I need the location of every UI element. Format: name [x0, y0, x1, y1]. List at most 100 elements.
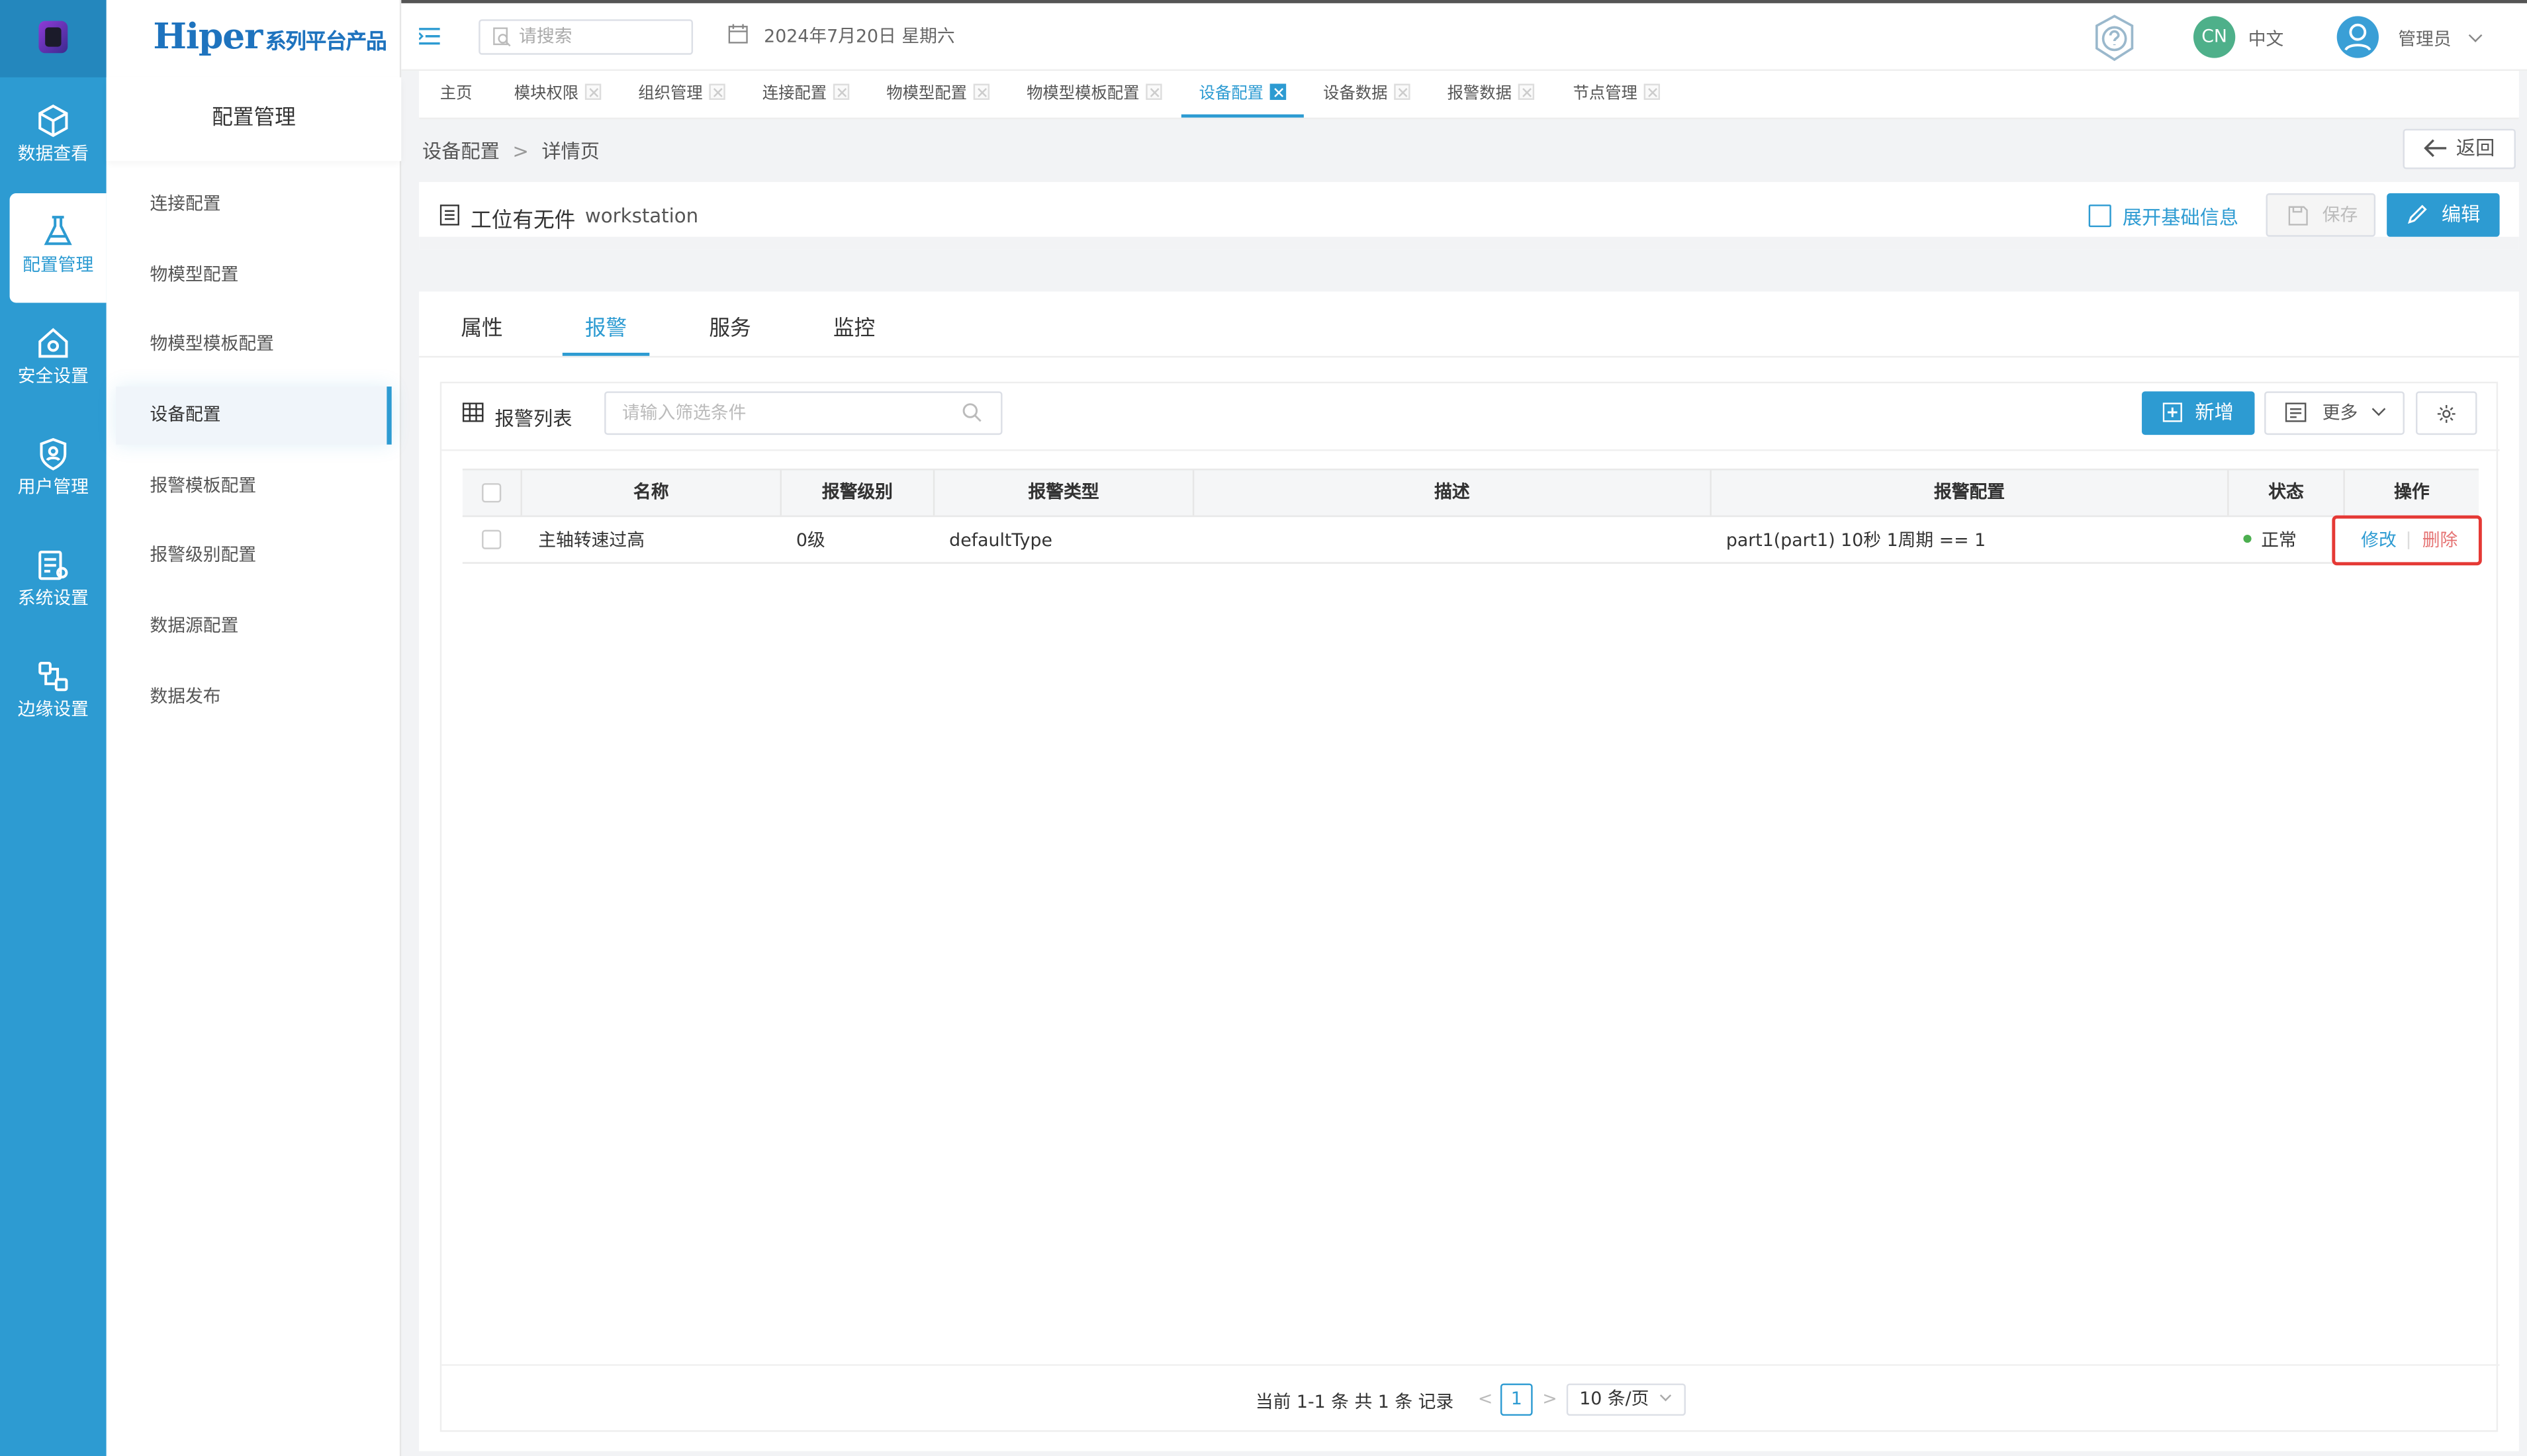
- prev-page-icon[interactable]: <: [1478, 1388, 1493, 1410]
- table-row: 主轴转速过高 0级 defaultType part1(part1) 10秒 1…: [462, 515, 2482, 566]
- search-icon: [493, 27, 511, 47]
- menu-toggle-icon[interactable]: [419, 27, 440, 45]
- sidebar-item-alarm-level-config[interactable]: 报警级别配置: [116, 527, 391, 585]
- back-button[interactable]: 返回: [2403, 128, 2516, 169]
- close-icon[interactable]: [1643, 83, 1660, 100]
- brand-name: Hiper: [153, 16, 263, 58]
- page-number-current[interactable]: 1: [1500, 1383, 1533, 1416]
- close-icon[interactable]: [1518, 83, 1535, 100]
- back-label: 返回: [2456, 136, 2495, 159]
- language-switch[interactable]: 中文: [2248, 26, 2284, 52]
- detail-panel: 属性 报警 服务 监控 报警列表 请输入筛选条件 新增 更多 名称 报警级别 报…: [419, 291, 2519, 1451]
- tab-device-config[interactable]: 设备配置: [1181, 71, 1304, 118]
- user-menu[interactable]: 管理员: [2398, 26, 2482, 52]
- save-label: 保存: [2322, 205, 2358, 226]
- global-search-input[interactable]: 请搜索: [479, 19, 694, 55]
- table-settings-button[interactable]: [2415, 391, 2477, 435]
- save-button[interactable]: 保存: [2266, 193, 2376, 237]
- tab-org-management[interactable]: 组织管理: [638, 71, 725, 118]
- col-name[interactable]: 名称: [520, 470, 780, 516]
- help-shield-icon[interactable]: [2090, 13, 2138, 64]
- sidebar-item-device-config[interactable]: 设备配置: [116, 387, 392, 445]
- arrow-left-icon: [2424, 139, 2447, 158]
- tab-label: 组织管理: [638, 85, 703, 103]
- language-badge[interactable]: CN: [2193, 16, 2236, 58]
- tab-connection-config[interactable]: 连接配置: [762, 71, 850, 118]
- nav-system-settings[interactable]: 系统设置: [0, 527, 107, 636]
- action-divider: [2407, 531, 2410, 549]
- cell-alarm-config: part1(part1) 10秒 1周期 == 1: [1725, 529, 1986, 551]
- sidebar-item-connection-config[interactable]: 连接配置: [116, 175, 391, 234]
- system-settings-icon: [38, 551, 68, 580]
- select-all-checkbox[interactable]: [482, 483, 502, 503]
- nav-label: 系统设置: [17, 588, 89, 609]
- sidebar-item-data-publish[interactable]: 数据发布: [116, 668, 391, 727]
- nav-data-view[interactable]: 数据查看: [0, 82, 107, 191]
- footer-divider: [441, 1364, 2500, 1366]
- alarm-table-header: 名称 报警级别 报警类型 描述 报警配置 状态 操作: [462, 469, 2479, 518]
- tab-module-permissions[interactable]: 模块权限: [514, 71, 602, 118]
- expand-basic-info-button[interactable]: 展开基础信息: [2088, 203, 2239, 230]
- nav-label: 安全设置: [17, 365, 89, 387]
- row-checkbox[interactable]: [482, 529, 502, 549]
- document-icon: [439, 205, 459, 226]
- nav-user-management[interactable]: 用户管理: [0, 416, 107, 525]
- close-icon[interactable]: [1269, 83, 1287, 100]
- breadcrumb: 设备配置 > 详情页: [422, 137, 600, 164]
- col-alarm-config[interactable]: 报警配置: [1710, 470, 2227, 516]
- tab-home[interactable]: 主页: [440, 71, 473, 118]
- edit-alarm-link[interactable]: 修改: [2361, 517, 2397, 564]
- page-size-select[interactable]: 10 条/页: [1566, 1383, 1686, 1416]
- sidebar-item-datasource-config[interactable]: 数据源配置: [116, 598, 391, 656]
- tab-services[interactable]: 服务: [709, 311, 751, 356]
- cell-status: 正常: [2243, 517, 2297, 564]
- tab-attributes[interactable]: 属性: [461, 311, 502, 356]
- tab-alarm-data[interactable]: 报警数据: [1447, 71, 1535, 118]
- current-date: 2024年7月20日 星期六: [764, 25, 955, 47]
- col-status[interactable]: 状态: [2227, 470, 2343, 516]
- col-description[interactable]: 描述: [1192, 470, 1710, 516]
- nav-config-management[interactable]: 配置管理: [9, 193, 107, 303]
- tab-thing-model-template-config[interactable]: 物模型模板配置: [1027, 71, 1162, 118]
- tab-node-management[interactable]: 节点管理: [1573, 71, 1660, 118]
- sidebar-item-alarm-template-config[interactable]: 报警模板配置: [116, 457, 391, 516]
- cell-name: 主轴转速过高: [538, 529, 645, 551]
- sidebar-item-thing-model-template-config[interactable]: 物模型模板配置: [116, 316, 391, 374]
- tab-label: 模块权限: [514, 85, 579, 103]
- more-dropdown-button[interactable]: 更多: [2264, 391, 2405, 435]
- tab-label: 报警数据: [1447, 85, 1512, 103]
- nav-edge-settings[interactable]: 边缘设置: [0, 638, 107, 747]
- top-header: 请搜索 2024年7月20日 星期六 CN 中文 管理员: [401, 0, 2527, 71]
- sidebar-item-thing-model-config[interactable]: 物模型配置: [116, 246, 391, 304]
- close-icon[interactable]: [833, 83, 850, 100]
- tab-label: 物模型配置: [886, 85, 967, 103]
- edit-button[interactable]: 编辑: [2387, 193, 2500, 237]
- tab-device-data[interactable]: 设备数据: [1323, 71, 1410, 118]
- close-icon[interactable]: [584, 83, 602, 100]
- device-name: workstation: [584, 205, 699, 228]
- next-page-icon[interactable]: >: [1542, 1388, 1557, 1410]
- add-alarm-button[interactable]: 新增: [2142, 391, 2255, 435]
- page-tabs: 主页 模块权限 组织管理 连接配置 物模型配置 物模型模板配置 设备配置 设备数…: [419, 71, 2519, 120]
- alarm-filter-input[interactable]: 请输入筛选条件: [604, 391, 1003, 435]
- config-flask-icon: [44, 216, 72, 246]
- close-icon[interactable]: [973, 83, 990, 100]
- close-icon[interactable]: [709, 83, 725, 100]
- breadcrumb-parent[interactable]: 设备配置: [422, 140, 500, 163]
- expand-label: 展开基础信息: [2122, 206, 2239, 229]
- tab-alarms[interactable]: 报警: [562, 311, 650, 356]
- tab-monitoring[interactable]: 监控: [833, 311, 875, 356]
- edge-nodes-icon: [38, 662, 68, 692]
- page-size-label: 10 条/页: [1579, 1388, 1649, 1410]
- delete-alarm-link[interactable]: 删除: [2422, 517, 2458, 564]
- tab-thing-model-config[interactable]: 物模型配置: [886, 71, 990, 118]
- avatar[interactable]: [2336, 16, 2379, 58]
- primary-nav: 数据查看 配置管理 安全设置 用户管理 系统设置 边缘设置: [0, 0, 107, 1456]
- nav-security-settings[interactable]: 安全设置: [0, 304, 107, 414]
- close-icon[interactable]: [1394, 83, 1410, 100]
- user-avatar-icon: [2344, 23, 2371, 51]
- security-house-icon: [38, 328, 68, 358]
- close-icon[interactable]: [1146, 83, 1162, 100]
- col-level[interactable]: 报警级别: [780, 470, 933, 516]
- col-type[interactable]: 报警类型: [933, 470, 1193, 516]
